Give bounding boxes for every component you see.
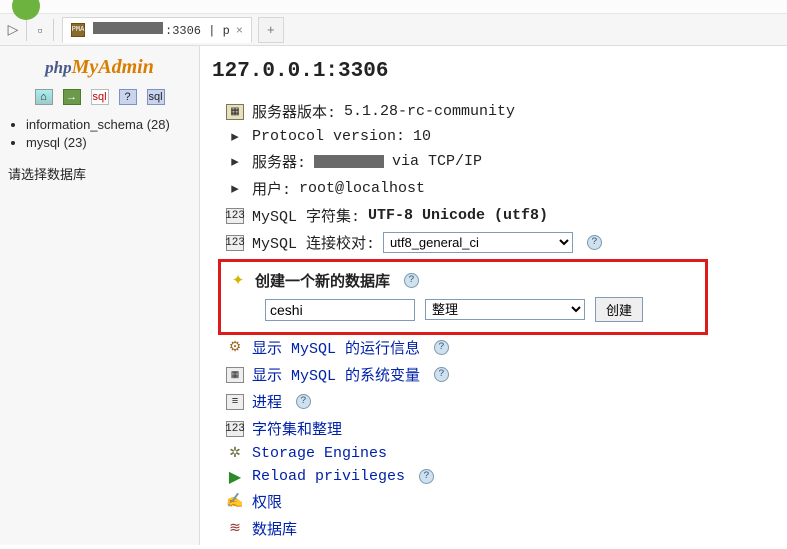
key-icon: ✍ (226, 494, 244, 510)
db-count: (28) (147, 117, 170, 132)
engines-link[interactable]: Storage Engines (252, 445, 387, 462)
server-icon: ▦ (226, 104, 244, 120)
databases-link[interactable]: 数据库 (252, 518, 297, 539)
help-icon[interactable]: ? (404, 273, 419, 288)
divider (53, 19, 54, 41)
server-version-row: ▦ 服务器版本: 5.1.28-rc-community (212, 101, 787, 122)
collation-icon: 123 (226, 235, 244, 251)
help-icon[interactable]: ? (296, 394, 311, 409)
logout-icon[interactable]: → (63, 89, 81, 105)
docs-icon[interactable]: ? (119, 89, 137, 105)
charset-icon: 123 (226, 421, 244, 437)
reload-privs-link-row: ▶ Reload privileges ? (212, 468, 787, 485)
sidebar-toolbar: ⌂ → sql ? sql (8, 89, 191, 105)
db-item-information-schema[interactable]: information_schema (28) (26, 117, 191, 132)
create-button[interactable]: 创建 (595, 297, 643, 322)
label: 服务器: (252, 151, 306, 172)
reload-icon: ▶ (226, 469, 244, 485)
query-window-icon[interactable]: sql (147, 89, 165, 105)
processes-icon: ≡ (226, 394, 244, 410)
system-vars-link[interactable]: 显示 MySQL 的系统变量 (252, 364, 420, 385)
processes-link[interactable]: 进程 (252, 391, 282, 412)
db-name: information_schema (26, 117, 143, 132)
choose-db-label: 请选择数据库 (8, 164, 191, 183)
help-icon[interactable]: ? (434, 367, 449, 382)
create-database-box: ✦ 创建一个新的数据库 ? 整理 创建 (218, 259, 708, 335)
tab-overview-icon[interactable]: ▫ (31, 22, 49, 38)
db-name: mysql (26, 135, 60, 150)
system-vars-link-row: ▦ 显示 MySQL 的系统变量 ? (212, 364, 787, 385)
db-item-mysql[interactable]: mysql (23) (26, 135, 191, 150)
main-content: 127.0.0.1:3306 ▦ 服务器版本: 5.1.28-rc-commun… (200, 46, 787, 545)
server-host-row: 服务器: via TCP/IP (212, 151, 787, 172)
redacted-host (93, 22, 163, 34)
runtime-info-link-row: ⚙ 显示 MySQL 的运行信息 ? (212, 337, 787, 358)
triangle-icon (226, 181, 244, 197)
label: MySQL 字符集: (252, 205, 360, 226)
logo-php: php (45, 58, 71, 77)
browser-tab-bar: ▷ ▫ PMA :3306 | p × + (0, 14, 787, 46)
help-icon[interactable]: ? (434, 340, 449, 355)
help-icon[interactable]: ? (587, 235, 602, 250)
collation-row: 123 MySQL 连接校对: utf8_general_ci ? (212, 232, 787, 253)
privileges-link-row: ✍ 权限 (212, 491, 787, 512)
logo-myadmin: MyAdmin (72, 56, 154, 78)
new-tab-button[interactable]: + (258, 17, 284, 43)
db-count: (23) (64, 135, 87, 150)
close-icon[interactable]: × (236, 23, 243, 37)
play-icon[interactable]: ▷ (4, 21, 22, 38)
status-icon: ⚙ (226, 340, 244, 356)
page-title: 127.0.0.1:3306 (212, 60, 787, 83)
label: Protocol version: (252, 128, 405, 145)
charsets-link-row: 123 字符集和整理 (212, 418, 787, 439)
label: 用户: (252, 178, 291, 199)
databases-link-row: ≋ 数据库 (212, 518, 787, 539)
value: UTF-8 Unicode (utf8) (368, 207, 548, 224)
processes-link-row: ≡ 进程 ? (212, 391, 787, 412)
engine-icon: ✲ (226, 446, 244, 462)
sidebar: phpMyAdmin ⌂ → sql ? sql information_sch… (0, 46, 200, 545)
home-icon[interactable]: ⌂ (35, 89, 53, 105)
reload-privs-link[interactable]: Reload privileges (252, 468, 405, 485)
value: root@localhost (299, 180, 425, 197)
triangle-icon (226, 129, 244, 145)
runtime-info-link[interactable]: 显示 MySQL 的运行信息 (252, 337, 420, 358)
tab-title: :3306 | p (91, 22, 230, 38)
sql-icon[interactable]: sql (91, 89, 109, 105)
database-list: information_schema (28) mysql (23) (8, 117, 191, 150)
app-top-strip (0, 0, 787, 14)
new-db-name-input[interactable] (265, 299, 415, 321)
create-db-label: 创建一个新的数据库 (255, 270, 390, 291)
value: 5.1.28-rc-community (344, 103, 515, 120)
phpmyadmin-logo: phpMyAdmin (8, 56, 191, 79)
user-row: 用户: root@localhost (212, 178, 787, 199)
collation-select[interactable]: utf8_general_ci (383, 232, 573, 253)
help-icon[interactable]: ? (419, 469, 434, 484)
label: 服务器版本: (252, 101, 336, 122)
vars-icon: ▦ (226, 367, 244, 383)
browser-tab[interactable]: PMA :3306 | p × (62, 17, 252, 43)
protocol-version-row: Protocol version: 10 (212, 128, 787, 145)
value: 10 (413, 128, 431, 145)
charset-icon: 123 (226, 208, 244, 224)
label: MySQL 连接校对: (252, 232, 375, 253)
divider (26, 19, 27, 41)
suffix: via TCP/IP (392, 153, 482, 170)
database-icon: ≋ (226, 521, 244, 537)
charset-row: 123 MySQL 字符集: UTF-8 Unicode (utf8) (212, 205, 787, 226)
redacted-host (314, 155, 384, 168)
engines-link-row: ✲ Storage Engines (212, 445, 787, 462)
triangle-icon (226, 154, 244, 170)
bulb-icon: ✦ (229, 273, 247, 289)
new-db-collation-select[interactable]: 整理 (425, 299, 585, 320)
charsets-link[interactable]: 字符集和整理 (252, 418, 342, 439)
favicon-pma: PMA (71, 23, 85, 37)
privileges-link[interactable]: 权限 (252, 491, 282, 512)
